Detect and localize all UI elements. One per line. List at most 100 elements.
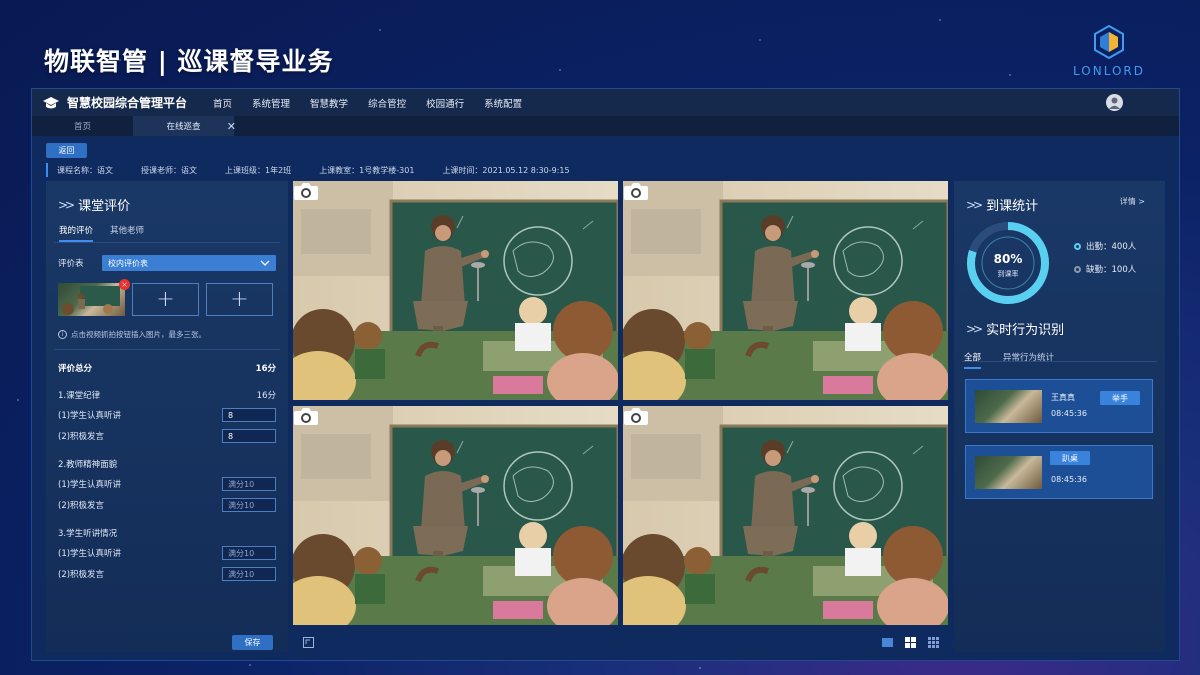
logo-text: LONLORD bbox=[1073, 64, 1145, 78]
section-title: 2.教师精神面貌 bbox=[58, 460, 118, 470]
course-info-bar: 课程名称：语文 授课老师：语文 上课班级：1年2班 上课教室：1号教学楼-301… bbox=[46, 163, 570, 177]
tab-all-behaviors[interactable]: 全部 bbox=[964, 351, 982, 369]
classroom-video-feed[interactable] bbox=[293, 406, 618, 625]
layout-quad-icon[interactable] bbox=[905, 637, 916, 648]
nav-smart-teaching[interactable]: 智慧教学 bbox=[310, 96, 348, 110]
back-button[interactable]: 返回 bbox=[46, 143, 87, 158]
score-item-label: (1)学生认真听讲 bbox=[58, 411, 122, 421]
tab-home-label: 首页 bbox=[73, 122, 91, 132]
course-room: 上课教室：1号教学楼-301 bbox=[319, 165, 415, 175]
app-window: 智慧校园综合管理平台 首页 系统管理 智慧教学 综合管控 校园通行 系统配置 首… bbox=[31, 88, 1180, 661]
form-select-value: 校内评价表 bbox=[108, 258, 148, 268]
classroom-video-feed[interactable] bbox=[623, 181, 948, 400]
user-avatar-icon[interactable] bbox=[1106, 94, 1123, 111]
present-count-text: 出勤：400人 bbox=[1086, 242, 1137, 252]
score-input[interactable]: 满分10 bbox=[222, 567, 276, 581]
nav-system-config[interactable]: 系统配置 bbox=[484, 96, 522, 110]
tab-home[interactable]: 首页 bbox=[32, 116, 133, 136]
fullscreen-icon[interactable] bbox=[303, 637, 314, 648]
camera-snapshot-icon[interactable] bbox=[623, 181, 649, 201]
behavior-alert-card[interactable]: 王真真 08:45:36 举手 bbox=[965, 379, 1153, 433]
tab-my-evaluation[interactable]: 我的评价 bbox=[59, 224, 94, 242]
tab-online-inspection[interactable]: 在线巡查 ✕ bbox=[133, 116, 236, 136]
alert-snapshot bbox=[975, 389, 1042, 423]
score-input[interactable]: 满分10 bbox=[222, 477, 276, 491]
video-grid bbox=[293, 181, 949, 627]
section-header: 2.教师精神面貌 bbox=[46, 458, 288, 470]
divider bbox=[54, 349, 280, 350]
score-item-label: (2)积极发言 bbox=[58, 432, 105, 442]
camera-snapshot-icon[interactable] bbox=[293, 181, 319, 201]
attendance-rate-gauge: 80% 到课率 bbox=[964, 219, 1052, 307]
score-input[interactable]: 8 bbox=[222, 429, 276, 443]
double-chevron-icon: >> bbox=[58, 197, 75, 212]
nav-system-management[interactable]: 系统管理 bbox=[252, 96, 290, 110]
nav-home[interactable]: 首页 bbox=[213, 96, 232, 110]
double-chevron-icon: >> bbox=[966, 321, 983, 336]
course-time: 上课时间：2021.05.12 8:30-9:15 bbox=[442, 165, 570, 175]
statistics-panel: >> 到课统计 详情 > 80% 到课率 出勤：400人 缺勤：100人 >> … bbox=[954, 181, 1165, 652]
brand[interactable]: 智慧校园综合管理平台 bbox=[42, 94, 187, 111]
slide-title: 物联智管 | 巡课督导业务 bbox=[44, 47, 334, 76]
divider bbox=[962, 361, 1157, 362]
classroom-video-feed[interactable] bbox=[623, 406, 948, 625]
alert-time: 08:45:36 bbox=[1051, 475, 1087, 484]
score-item-label: (1)学生认真听讲 bbox=[58, 549, 122, 559]
snapshot-hint-text: 点击视频抓拍按钮插入图片，最多三张。 bbox=[71, 330, 206, 339]
nav-integrated-control[interactable]: 综合管控 bbox=[368, 96, 406, 110]
nav-campus-access[interactable]: 校园通行 bbox=[426, 96, 464, 110]
snapshot-image[interactable]: × bbox=[58, 279, 130, 316]
top-navigation-bar: 智慧校园综合管理平台 首页 系统管理 智慧教学 综合管控 校园通行 系统配置 bbox=[32, 89, 1179, 116]
classroom-video-feed[interactable] bbox=[293, 181, 618, 400]
evaluation-panel: >> 课堂评价 我的评价 其他老师 评价表 校内评价表 × + + i 点击视频… bbox=[46, 181, 288, 652]
save-button[interactable]: 保存 bbox=[232, 635, 273, 650]
attendance-detail-link[interactable]: 详情 > bbox=[1120, 196, 1145, 207]
section-header: 3.学生听讲情况 bbox=[46, 527, 288, 539]
score-item-row: (2)积极发言 8 bbox=[46, 429, 288, 443]
behavior-alert-card[interactable]: 08:45:36 趴桌 bbox=[965, 445, 1153, 499]
score-item-label: (2)积极发言 bbox=[58, 501, 105, 511]
layout-nine-icon[interactable] bbox=[928, 637, 939, 648]
add-snapshot-button-2[interactable]: + bbox=[206, 283, 273, 316]
tab-online-inspection-label: 在线巡查 bbox=[166, 122, 201, 132]
score-input[interactable]: 满分10 bbox=[222, 546, 276, 560]
camera-snapshot-icon[interactable] bbox=[623, 406, 649, 426]
page-tabs: 首页 在线巡查 ✕ bbox=[32, 116, 1179, 136]
score-item-row: (1)学生认真听讲 8 bbox=[46, 408, 288, 422]
camera-snapshot-icon[interactable] bbox=[293, 406, 319, 426]
score-input[interactable]: 8 bbox=[222, 408, 276, 422]
evaluation-sections: 1.课堂纪律 16分 (1)学生认真听讲 8 (2)积极发言 8 2.教师精神面貌 (1)学生… bbox=[46, 389, 288, 581]
behavior-header: >> 实时行为识别 bbox=[954, 307, 1065, 339]
alert-snapshot bbox=[975, 455, 1042, 489]
course-teacher: 授课老师：语文 bbox=[141, 165, 197, 175]
score-item-row: (1)学生认真听讲 满分10 bbox=[46, 546, 288, 560]
behavior-title: 实时行为识别 bbox=[986, 323, 1065, 338]
behavior-subtabs: 全部 异常行为统计 bbox=[954, 341, 1054, 369]
tab-abnormal-stats[interactable]: 异常行为统计 bbox=[1003, 351, 1054, 369]
logo-mark-icon bbox=[1091, 24, 1127, 60]
evaluation-form-select[interactable]: 校内评价表 bbox=[102, 255, 276, 271]
present-count: 出勤：400人 bbox=[1074, 240, 1136, 252]
alert-tag-lying-on-desk: 趴桌 bbox=[1050, 451, 1090, 465]
info-icon: i bbox=[58, 330, 67, 339]
tab-other-teachers[interactable]: 其他老师 bbox=[110, 224, 144, 242]
section-score: 16分 bbox=[256, 391, 276, 401]
layout-single-icon[interactable] bbox=[882, 638, 893, 647]
remove-snapshot-icon[interactable]: × bbox=[119, 279, 130, 290]
section-title: 3.学生听讲情况 bbox=[58, 529, 118, 539]
total-score-row: 评价总分 16分 bbox=[46, 362, 288, 374]
course-name: 课程名称：语文 bbox=[57, 165, 113, 175]
lonlord-logo: LONLORD bbox=[1054, 24, 1164, 84]
double-chevron-icon: >> bbox=[966, 197, 983, 212]
course-class: 上课班级：1年2班 bbox=[225, 165, 292, 175]
score-item-row: (2)积极发言 满分10 bbox=[46, 567, 288, 581]
chevron-down-icon bbox=[260, 260, 270, 266]
graduation-cap-icon bbox=[43, 96, 59, 108]
score-input[interactable]: 满分10 bbox=[222, 498, 276, 512]
add-snapshot-button[interactable]: + bbox=[132, 283, 199, 316]
present-dot-icon bbox=[1074, 242, 1081, 250]
section-title: 1.课堂纪律 bbox=[58, 391, 101, 401]
main-nav: 首页 系统管理 智慧教学 综合管控 校园通行 系统配置 bbox=[213, 96, 522, 110]
evaluation-subtabs: 我的评价 其他老师 bbox=[46, 214, 288, 242]
close-tab-icon[interactable]: ✕ bbox=[227, 120, 236, 133]
